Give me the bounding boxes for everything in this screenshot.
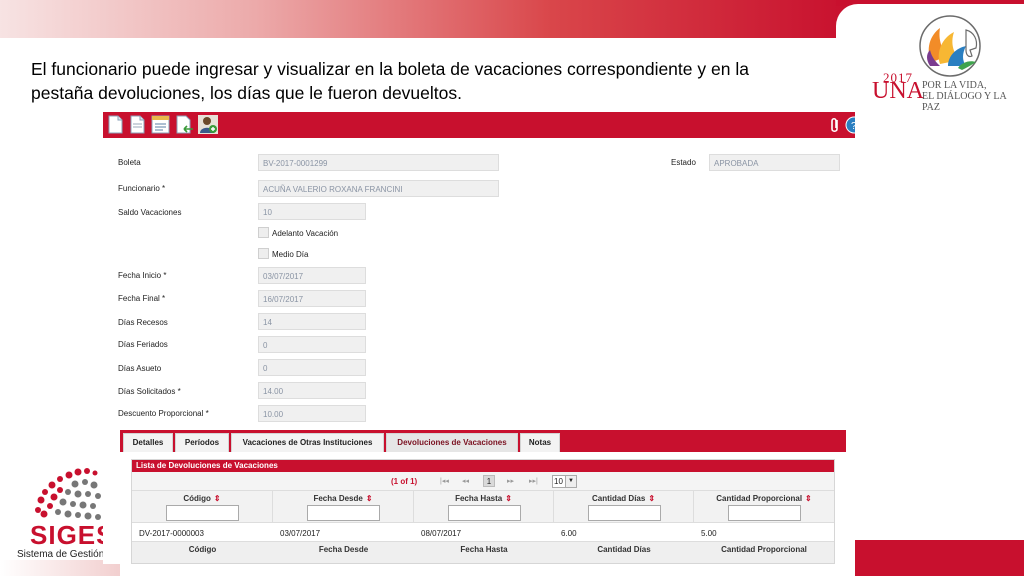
column-header-cantidad-proporcional[interactable]: Cantidad Proporcional ⇕ (694, 491, 834, 523)
siges-logo-dots (35, 468, 101, 520)
funcionario-field[interactable]: ACUÑA VALERIO ROXANA FRANCINI (258, 180, 499, 197)
bottom-right-band (855, 540, 1024, 576)
siges-wordmark: SIGES (30, 520, 115, 550)
devoluciones-table: Lista de Devoluciones de Vacaciones (1 o… (131, 459, 835, 564)
cell-fecha-hasta: 08/07/2017 (421, 529, 462, 538)
funcionario-label: Funcionario * (118, 184, 166, 193)
svg-text:?: ? (851, 121, 855, 132)
tab-detalles[interactable]: Detalles (123, 433, 173, 452)
cell-cantidad-dias: 6.00 (561, 529, 577, 538)
toolbar: ? (103, 112, 855, 138)
dias-feriados-field[interactable]: 0 (258, 336, 366, 353)
user-add-icon[interactable] (198, 115, 218, 134)
filter-input-fecha-desde[interactable] (307, 505, 380, 521)
sort-icon: ⇕ (648, 494, 656, 503)
table-title: Lista de Devoluciones de Vacaciones (132, 460, 834, 472)
saldo-vacaciones-field[interactable]: 10 (258, 203, 366, 220)
previous-page-button[interactable]: ◂◂ (462, 477, 469, 485)
table-header-row: Código ⇕ Fecha Desde ⇕ Fecha Hasta ⇕ Cantid… (132, 491, 834, 523)
table-row[interactable]: DV-2017-0000003 03/07/2017 08/07/2017 6.… (132, 524, 834, 541)
slide-title-line-1: El funcionario puede ingresar y visualiz… (31, 59, 749, 79)
estado-label: Estado (671, 158, 696, 167)
list-document-icon[interactable] (151, 115, 171, 134)
table-footer-row: Código Fecha Desde Fecha Hasta Cantidad … (132, 541, 834, 563)
filter-input-cantidad-dias[interactable] (588, 505, 661, 521)
page-count: (1 of 1) (391, 477, 418, 486)
cell-cantidad-proporcional: 5.00 (701, 529, 717, 538)
new-document-icon[interactable] (107, 115, 124, 134)
adelanto-vacacion-label: Adelanto Vacación (272, 229, 339, 238)
help-icon[interactable]: ? (845, 116, 855, 134)
boleta-field[interactable]: BV-2017-0001299 (258, 154, 499, 171)
bottom-left-band (0, 560, 120, 576)
chevron-down-icon: ▼ (565, 476, 576, 487)
dias-solicitados-label: Días Solicitados * (118, 387, 181, 396)
column-header-label: Fecha Hasta (455, 494, 503, 503)
last-page-button[interactable]: ▸▸| (529, 477, 538, 485)
dias-recesos-label: Días Recesos (118, 318, 168, 327)
column-header-codigo[interactable]: Código ⇕ (132, 491, 273, 523)
tab-vacaciones-otras-instituciones[interactable]: Vacaciones de Otras Instituciones (231, 433, 384, 452)
saldo-vacaciones-label: Saldo Vacaciones (118, 208, 182, 217)
fecha-inicio-field[interactable]: 03/07/2017 (258, 267, 366, 284)
una-wordmark: UNA (872, 78, 924, 104)
top-decorative-band (0, 0, 850, 38)
estado-field[interactable]: APROBADA (709, 154, 840, 171)
una-motto-line-1: POR LA VIDA, (922, 80, 987, 91)
column-header-cantidad-dias[interactable]: Cantidad Días ⇕ (554, 491, 694, 523)
page-number-button[interactable]: 1 (483, 475, 495, 487)
dias-recesos-field[interactable]: 14 (258, 313, 366, 330)
footer-cantidad-dias: Cantidad Días (597, 545, 651, 554)
sort-icon: ⇕ (505, 494, 512, 503)
tab-periodos[interactable]: Períodos (175, 433, 229, 452)
column-header-label: Código (183, 494, 211, 503)
footer-fecha-desde: Fecha Desde (318, 545, 369, 554)
tab-notas[interactable]: Notas (520, 433, 560, 452)
adelanto-vacacion-checkbox[interactable] (258, 227, 269, 238)
column-header-label: Cantidad Proporcional (716, 494, 803, 503)
sort-icon: ⇕ (365, 494, 373, 503)
rows-per-page-value: 10 (554, 477, 563, 486)
fecha-final-field[interactable]: 16/07/2017 (258, 290, 366, 307)
una-motto-line-2: EL DIÁLOGO Y LA PAZ (922, 91, 1007, 113)
slide-title: El funcionario puede ingresar y visualiz… (31, 57, 831, 105)
column-header-label: Cantidad Días (591, 494, 646, 503)
footer-cantidad-proporcional: Cantidad Proporcional (721, 545, 807, 554)
fecha-inicio-label: Fecha Inicio * (118, 271, 167, 280)
first-page-button[interactable]: |◂◂ (440, 477, 449, 485)
fecha-final-label: Fecha Final * (118, 294, 166, 303)
tab-bar: Detalles Períodos Vacaciones de Otras In… (120, 430, 846, 452)
document-return-icon[interactable] (175, 115, 195, 134)
application-window: ? Boleta BV-2017-0001299 Estado APROBADA… (103, 112, 855, 564)
slide-title-line-2: pestaña devoluciones, los días que le fu… (31, 83, 462, 103)
sort-icon: ⇕ (805, 494, 812, 503)
tab-devoluciones-de-vacaciones[interactable]: Devoluciones de Vacaciones (386, 433, 518, 452)
paginator: (1 of 1) |◂◂ ◂◂ 1 ▸▸ ▸▸| 10 ▼ (132, 472, 834, 491)
descuento-proporcional-field[interactable]: 10.00 (258, 405, 366, 422)
column-header-fecha-hasta[interactable]: Fecha Hasta ⇕ (414, 491, 554, 523)
filter-input-codigo[interactable] (166, 505, 239, 521)
cell-codigo: DV-2017-0000003 (139, 529, 204, 538)
document-icon[interactable] (129, 115, 146, 134)
rows-per-page-select[interactable]: 10 ▼ (552, 475, 577, 488)
footer-codigo: Código (188, 545, 217, 554)
filter-input-cantidad-proporcional[interactable] (728, 505, 801, 521)
column-header-fecha-desde[interactable]: Fecha Desde ⇕ (273, 491, 414, 523)
next-page-button[interactable]: ▸▸ (507, 477, 514, 485)
medio-dia-label: Medio Día (272, 250, 309, 259)
cell-fecha-desde: 03/07/2017 (280, 529, 321, 538)
column-header-label: Fecha Desde (313, 494, 363, 503)
filter-input-fecha-hasta[interactable] (448, 505, 521, 521)
paperclip-icon[interactable] (827, 116, 843, 134)
boleta-label: Boleta (118, 158, 141, 167)
descuento-proporcional-label: Descuento Proporcional * (118, 409, 209, 418)
sort-icon: ⇕ (213, 494, 221, 503)
dias-asueto-field[interactable]: 0 (258, 359, 366, 376)
dias-solicitados-field[interactable]: 14.00 (258, 382, 366, 399)
dias-asueto-label: Días Asueto (118, 364, 162, 373)
dias-feriados-label: Días Feriados (118, 340, 168, 349)
footer-fecha-hasta: Fecha Hasta (460, 545, 508, 554)
medio-dia-checkbox[interactable] (258, 248, 269, 259)
